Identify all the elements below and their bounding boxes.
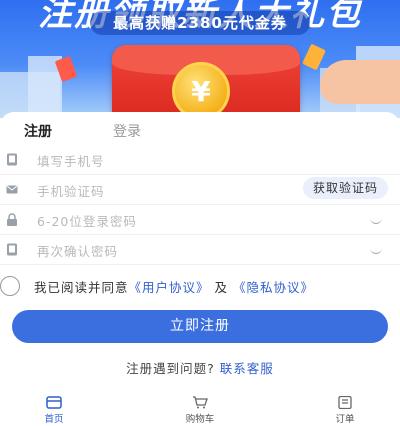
home-icon [46, 396, 62, 409]
contact-service-link[interactable]: 联系客服 [220, 361, 274, 376]
banner-subtitle: 最高获赠2380元代金券 [90, 11, 310, 35]
verification-code-field[interactable]: 手机验证码 获取验证码 [0, 175, 400, 205]
coin-icon: ¥ [172, 62, 230, 118]
nav-orders-label: 订单 [335, 414, 355, 425]
agreement-text: 我已阅读并同意《用户协议》 及 《隐私协议》 [34, 277, 314, 296]
confirm-password-field[interactable]: 再次确认密码 [0, 235, 400, 265]
cart-icon [193, 396, 208, 409]
message-icon [6, 185, 18, 194]
eye-closed-icon[interactable] [370, 248, 382, 254]
agreement-prefix: 我已阅读并同意 [34, 280, 129, 295]
nav-cart-label: 购物车 [185, 414, 215, 425]
tab-login[interactable]: 登录 [113, 121, 141, 141]
agreement-and: 及 [214, 280, 229, 295]
nav-home[interactable]: 首页 [24, 396, 84, 425]
lock-icon [7, 213, 17, 226]
register-card: 注册 登录 填写手机号 手机验证码 获取验证码 6-20位登录密码 再次确认密码… [0, 112, 400, 426]
agreement-checkbox[interactable] [0, 276, 20, 296]
phone-input[interactable]: 填写手机号 [37, 151, 105, 170]
nav-home-label: 首页 [44, 414, 64, 425]
confirm-password-input[interactable]: 再次确认密码 [37, 241, 118, 260]
eye-closed-icon[interactable] [370, 218, 382, 224]
phone-icon [7, 153, 17, 166]
auth-tabs: 注册 登录 [0, 112, 400, 148]
user-agreement-link[interactable]: 《用户协议》 [129, 280, 210, 295]
agreement-row: 我已阅读并同意《用户协议》 及 《隐私协议》 [0, 272, 400, 296]
phone-icon [7, 243, 17, 256]
bottom-nav: 首页 购物车 订单 [0, 392, 400, 426]
nav-orders[interactable]: 订单 [315, 396, 375, 425]
nav-cart[interactable]: 购物车 [170, 396, 230, 425]
promo-banner[interactable]: 注册领取新人大礼包 最高获赠2380元代金券 ¥ [0, 0, 400, 118]
privacy-agreement-link[interactable]: 《隐私协议》 [233, 280, 314, 295]
password-input[interactable]: 6-20位登录密码 [37, 211, 137, 230]
help-row: 注册遇到问题? 联系客服 [0, 358, 400, 377]
register-button[interactable]: 立即注册 [12, 310, 388, 343]
code-input[interactable]: 手机验证码 [37, 181, 105, 200]
coupon-icon [302, 43, 326, 71]
hand-icon [320, 60, 400, 104]
order-icon [338, 396, 352, 409]
help-text: 注册遇到问题? [126, 361, 215, 376]
phone-field[interactable]: 填写手机号 [0, 145, 400, 175]
get-code-button[interactable]: 获取验证码 [302, 177, 388, 199]
tab-register[interactable]: 注册 [24, 121, 52, 141]
password-field[interactable]: 6-20位登录密码 [0, 205, 400, 235]
